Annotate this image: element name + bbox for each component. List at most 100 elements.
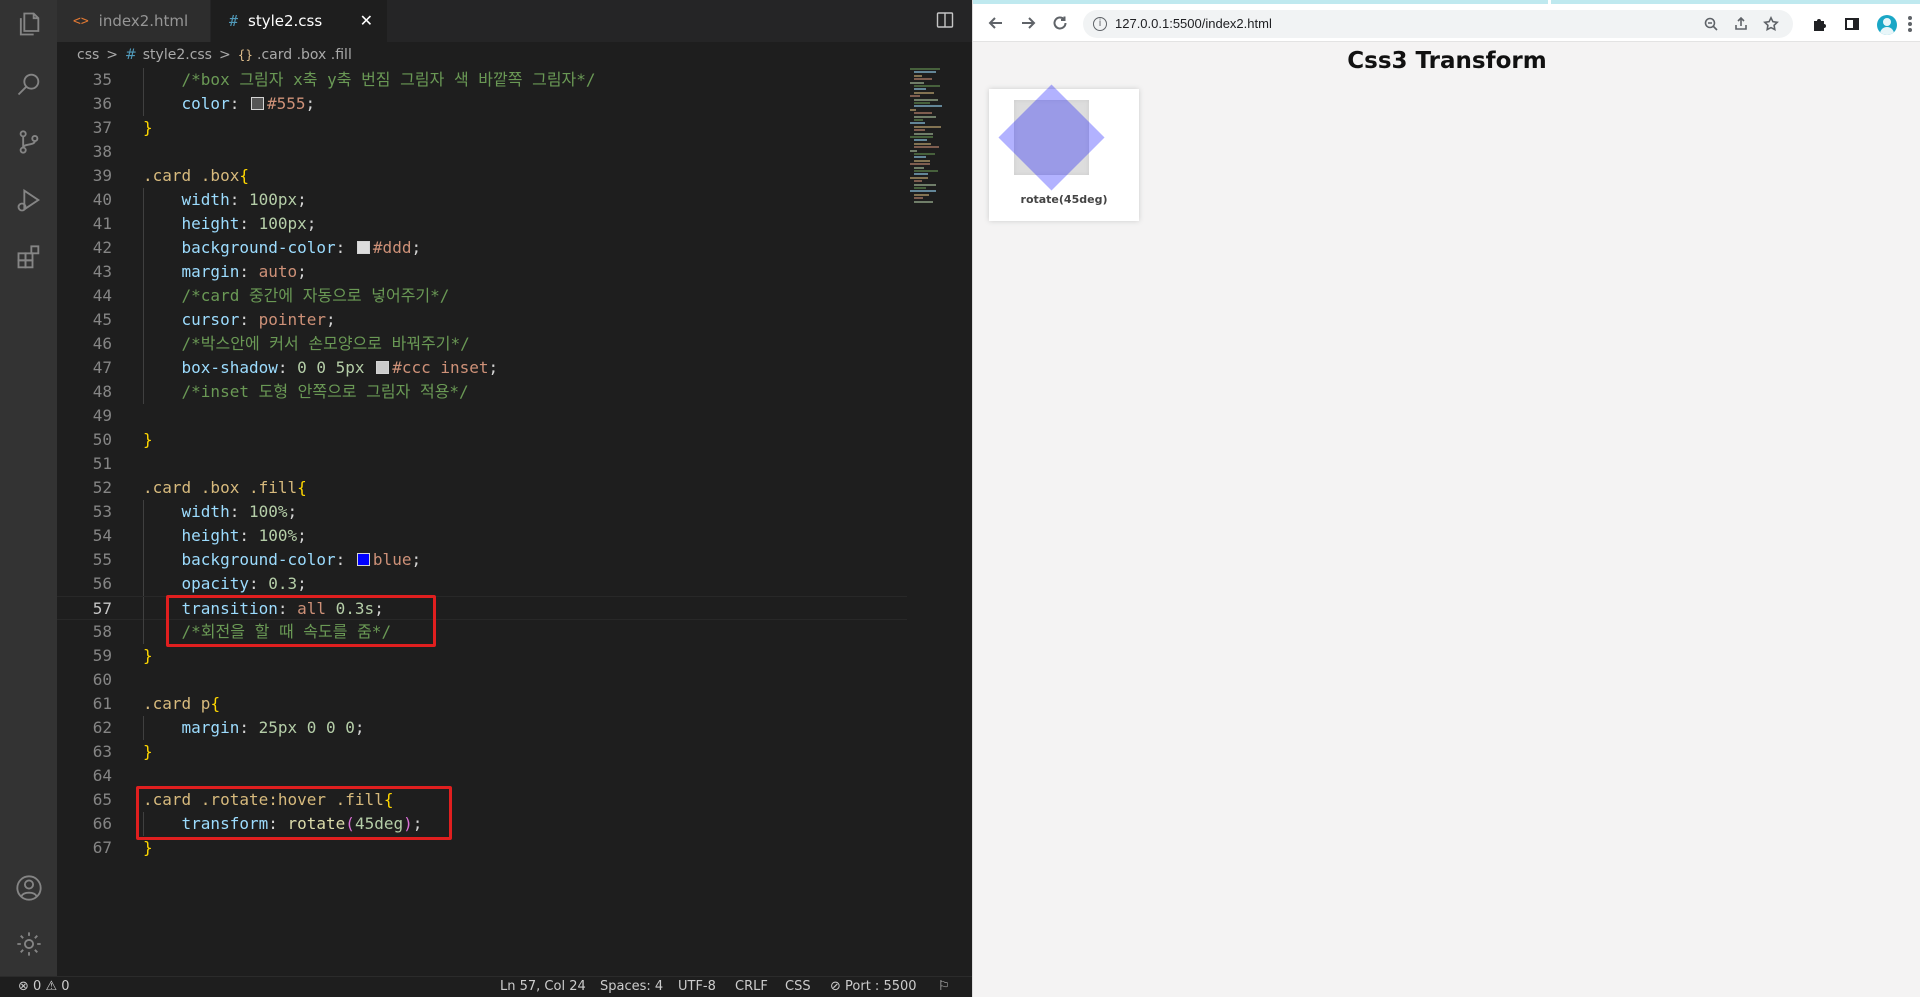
line-number: 52 [92, 478, 112, 497]
color-swatch[interactable] [356, 241, 370, 254]
minimap-line [910, 108, 916, 111]
line-number: 37 [92, 118, 112, 137]
code-line[interactable]: 41 height: 100px; [57, 212, 907, 236]
back-icon[interactable] [987, 14, 1005, 32]
extensions-puzzle-icon[interactable] [1811, 15, 1829, 33]
code-line[interactable]: 40 width: 100px; [57, 188, 907, 212]
code-line[interactable]: 60 [57, 668, 907, 692]
code-token: ; [297, 190, 307, 209]
line-number: 66 [92, 814, 112, 833]
code-line[interactable]: 46 /*박스안에 커서 손모양으로 바꿔주기*/ [57, 332, 907, 356]
breadcrumb-file[interactable]: style2.css [143, 47, 212, 63]
warning-count: 0 [61, 979, 70, 994]
run-debug-icon[interactable] [13, 184, 44, 215]
code-line[interactable]: 49 [57, 404, 907, 428]
extensions-icon[interactable] [13, 242, 44, 273]
code-token: .card .box [143, 166, 240, 185]
line-number: 65 [92, 790, 112, 809]
code-line[interactable]: 50} [57, 428, 907, 452]
minimap-line [910, 149, 917, 152]
rotate-box[interactable] [998, 84, 1105, 191]
color-swatch[interactable] [356, 553, 370, 566]
line-number: 43 [92, 262, 112, 281]
tab-style2-css[interactable]: # style2.css ✕ [211, 0, 387, 42]
code-token: height [143, 214, 240, 233]
site-info-icon[interactable]: i [1093, 17, 1107, 31]
line-ending[interactable]: CRLF [735, 979, 768, 994]
code-line[interactable]: 35 /*box 그림자 x축 y축 번짐 그림자 색 바깥쪽 그림자*/ [57, 68, 907, 92]
code-line[interactable]: 55 background-color: blue; [57, 548, 907, 572]
source-control-icon[interactable] [13, 126, 44, 157]
code-line[interactable]: 44 /*card 중간에 자동으로 넣어주기*/ [57, 284, 907, 308]
minimap[interactable] [910, 68, 960, 208]
split-editor-icon[interactable] [936, 11, 954, 29]
chevron-right-icon: > [106, 47, 119, 63]
explorer-icon[interactable] [13, 8, 44, 39]
more-menu-icon[interactable] [1908, 16, 1912, 32]
account-icon[interactable] [13, 872, 44, 903]
code-line[interactable]: 61 .card p{ [57, 692, 907, 716]
code-text: color: #555; [143, 92, 316, 116]
search-icon[interactable] [13, 68, 44, 99]
problems-indicator[interactable]: ⊗ 0 ⚠ 0 [18, 979, 70, 994]
language-mode[interactable]: CSS [785, 979, 811, 994]
breadcrumb-symbol[interactable]: .card .box .fill [257, 47, 352, 63]
code-token: : [335, 238, 355, 257]
code-token: width [143, 190, 230, 209]
code-line[interactable]: 38 [57, 140, 907, 164]
code-token: : [229, 94, 249, 113]
minimap-line [910, 136, 933, 138]
cursor-position[interactable]: Ln 57, Col 24 [500, 979, 586, 994]
code-line[interactable]: 62 margin: 25px 0 0 0; [57, 716, 907, 740]
code-text: /*박스안에 커서 손모양으로 바꿔주기*/ [143, 332, 470, 356]
code-line[interactable]: 45 cursor: pointer; [57, 308, 907, 332]
code-line[interactable]: 36 color: #555; [57, 92, 907, 116]
zoom-icon[interactable] [1703, 16, 1719, 32]
line-number: 62 [92, 718, 112, 737]
code-text: background-color: blue; [143, 548, 422, 572]
code-line[interactable]: 54 height: 100%; [57, 524, 907, 548]
code-line[interactable]: 52 .card .box .fill{ [57, 476, 907, 500]
code-text: width: 100%; [143, 500, 298, 524]
transform-card: rotate(45deg) [989, 84, 1139, 221]
code-line[interactable]: 39 .card .box{ [57, 164, 907, 188]
code-line[interactable]: 59} [57, 644, 907, 668]
live-server-port[interactable]: ⊘ Port : 5500 [830, 979, 917, 994]
settings-gear-icon[interactable] [13, 928, 44, 959]
reload-icon[interactable] [1051, 14, 1069, 32]
code-line[interactable]: 63} [57, 740, 907, 764]
encoding[interactable]: UTF-8 [678, 979, 716, 994]
page-title: Css3 Transform [1347, 48, 1547, 74]
minimap-line [914, 200, 933, 203]
code-line[interactable]: 51 [57, 452, 907, 476]
code-token: : [229, 502, 249, 521]
code-line[interactable]: 56 opacity: 0.3; [57, 572, 907, 596]
close-icon[interactable]: ✕ [360, 11, 373, 30]
feedback-icon[interactable]: ⚐ [938, 979, 950, 994]
indentation[interactable]: Spaces: 4 [600, 979, 663, 994]
code-line[interactable]: 47 box-shadow: 0 0 5px #ccc inset; [57, 356, 907, 380]
address-bar[interactable]: i 127.0.0.1:5500/index2.html [1083, 10, 1793, 38]
code-line[interactable]: 42 background-color: #ddd; [57, 236, 907, 260]
code-text: cursor: pointer; [143, 308, 336, 332]
tab-index2-html[interactable]: <> index2.html [57, 0, 210, 42]
code-line[interactable]: 53 width: 100%; [57, 500, 907, 524]
code-token: pointer [258, 310, 327, 329]
minimap-line [914, 85, 940, 87]
code-line[interactable]: 48 /*inset 도형 안쪽으로 그림자 적용*/ [57, 380, 907, 404]
minimap-line [914, 74, 922, 77]
forward-icon[interactable] [1019, 14, 1037, 32]
line-number: 38 [92, 142, 112, 161]
url-text[interactable]: 127.0.0.1:5500/index2.html [1115, 16, 1272, 31]
code-line[interactable]: 43 margin: auto; [57, 260, 907, 284]
bookmark-star-icon[interactable] [1763, 15, 1779, 32]
side-panel-icon[interactable] [1843, 15, 1861, 33]
share-icon[interactable] [1733, 16, 1749, 32]
color-swatch[interactable] [376, 361, 390, 374]
color-swatch[interactable] [250, 97, 264, 110]
code-token: : [239, 310, 259, 329]
code-line[interactable]: 37} [57, 116, 907, 140]
breadcrumb-folder[interactable]: css [77, 47, 99, 63]
code-line[interactable]: 64 [57, 764, 907, 788]
profile-avatar[interactable] [1877, 15, 1897, 35]
